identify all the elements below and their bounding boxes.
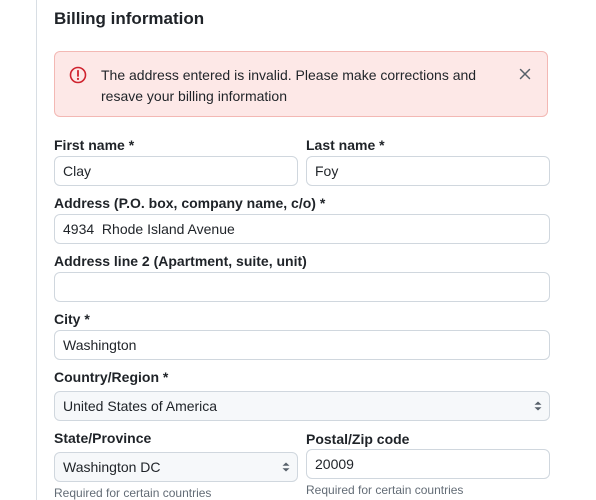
city-label: City * xyxy=(54,311,90,327)
country-label: Country/Region * xyxy=(54,369,169,385)
postal-code-input[interactable] xyxy=(306,449,550,479)
postal-code-hint: Required for certain countries xyxy=(306,483,464,497)
postal-code-label: Postal/Zip code xyxy=(306,431,410,447)
last-name-label: Last name * xyxy=(306,137,385,153)
first-name-input[interactable] xyxy=(54,156,298,186)
select-caret-icon xyxy=(282,462,290,472)
state-select-value: Washington DC xyxy=(63,459,161,475)
country-select[interactable]: United States of America xyxy=(54,391,550,421)
state-hint: Required for certain countries xyxy=(54,486,212,500)
state-label: State/Province xyxy=(54,430,152,446)
select-caret-icon xyxy=(534,401,542,411)
close-icon[interactable] xyxy=(517,66,533,82)
state-select[interactable]: Washington DC xyxy=(54,452,298,482)
address-line2-label: Address line 2 (Apartment, suite, unit) xyxy=(54,253,307,269)
left-divider xyxy=(36,0,37,500)
address-input[interactable] xyxy=(54,214,550,244)
city-input[interactable] xyxy=(54,330,550,360)
address-label: Address (P.O. box, company name, c/o) * xyxy=(54,195,326,211)
country-select-value: United States of America xyxy=(63,398,218,414)
alert-message: The address entered is invalid. Please m… xyxy=(101,67,477,104)
section-title: Billing information xyxy=(54,9,205,28)
address-line2-input[interactable] xyxy=(54,272,550,302)
alert-circle-icon xyxy=(69,66,87,84)
last-name-input[interactable] xyxy=(306,156,550,186)
error-alert: The address entered is invalid. Please m… xyxy=(54,51,548,117)
first-name-label: First name * xyxy=(54,137,135,153)
